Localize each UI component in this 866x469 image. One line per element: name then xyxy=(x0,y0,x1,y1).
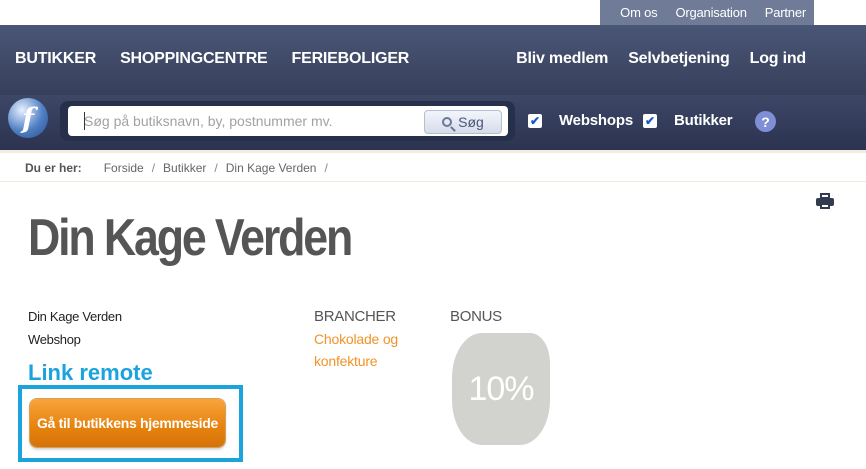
nav-item-log-ind[interactable]: Log ind xyxy=(750,50,807,68)
top-link-om-os[interactable]: Om os xyxy=(620,5,657,20)
search-icon xyxy=(442,117,453,127)
print-icon[interactable] xyxy=(816,193,834,209)
bonus-badge: 10% xyxy=(452,333,550,445)
store-name: Din Kage Verden xyxy=(28,309,122,324)
search-button-label: Søg xyxy=(458,114,484,130)
nav-right-group: Bliv medlem Selvbetjening Log ind xyxy=(516,50,806,68)
nav-item-selvbetjening[interactable]: Selvbetjening xyxy=(628,50,730,68)
print-icon-paper-bottom xyxy=(820,203,830,209)
branch-link-line-2[interactable]: konfekture xyxy=(314,353,378,369)
checkbox-webshops-label[interactable]: Webshops xyxy=(559,112,633,129)
nav-item-butikker[interactable]: BUTIKKER xyxy=(15,50,96,68)
logo-icon[interactable]: f xyxy=(8,98,48,138)
breadcrumb-separator: / xyxy=(151,161,156,175)
top-utility-links: Om os Organisation Partner xyxy=(620,5,806,20)
main-navbar: BUTIKKER SHOPPINGCENTRE FERIEBOLIGER Bli… xyxy=(0,25,866,95)
breadcrumb-item-forside[interactable]: Forside xyxy=(104,161,144,175)
checkbox-check-icon: ✔ xyxy=(529,114,541,128)
breadcrumb-label: Du er her: xyxy=(25,161,82,175)
checkbox-butikker-label[interactable]: Butikker xyxy=(674,112,733,129)
breadcrumb-separator: / xyxy=(324,161,328,175)
nav-item-bliv-medlem[interactable]: Bliv medlem xyxy=(516,50,608,68)
breadcrumb-item-butikker[interactable]: Butikker xyxy=(163,161,206,175)
breadcrumb: Du er her: Forside / Butikker / Din Kage… xyxy=(25,161,328,175)
branch-link-line-1[interactable]: Chokolade og xyxy=(314,331,398,347)
breadcrumb-separator: / xyxy=(214,161,218,175)
nav-item-shoppingcentre[interactable]: SHOPPINGCENTRE xyxy=(120,50,268,68)
store-type: Webshop xyxy=(28,332,81,347)
top-link-organisation[interactable]: Organisation xyxy=(675,5,747,20)
brancher-heading: BRANCHER xyxy=(314,308,396,325)
help-icon[interactable]: ? xyxy=(755,111,776,132)
homepage-button[interactable]: Gå til butikkens hjemmeside xyxy=(30,399,225,447)
link-remote-label: Link remote xyxy=(28,360,153,385)
bonus-value: 10% xyxy=(468,369,534,408)
page-title: Din Kage Verden xyxy=(28,209,353,267)
text-cursor xyxy=(84,112,85,130)
checkbox-butikker[interactable]: ✔ xyxy=(643,114,657,128)
breadcrumb-item-current: Din Kage Verden xyxy=(225,161,317,175)
checkbox-webshops[interactable]: ✔ xyxy=(528,114,542,128)
top-link-partner[interactable]: Partner xyxy=(765,5,806,20)
nav-left-group: BUTIKKER SHOPPINGCENTRE FERIEBOLIGER xyxy=(15,50,409,68)
search-button[interactable]: Søg xyxy=(424,110,502,134)
nav-item-ferieboliger[interactable]: FERIEBOLIGER xyxy=(292,50,410,68)
bonus-heading: BONUS xyxy=(450,308,502,325)
checkbox-check-icon: ✔ xyxy=(644,114,656,128)
